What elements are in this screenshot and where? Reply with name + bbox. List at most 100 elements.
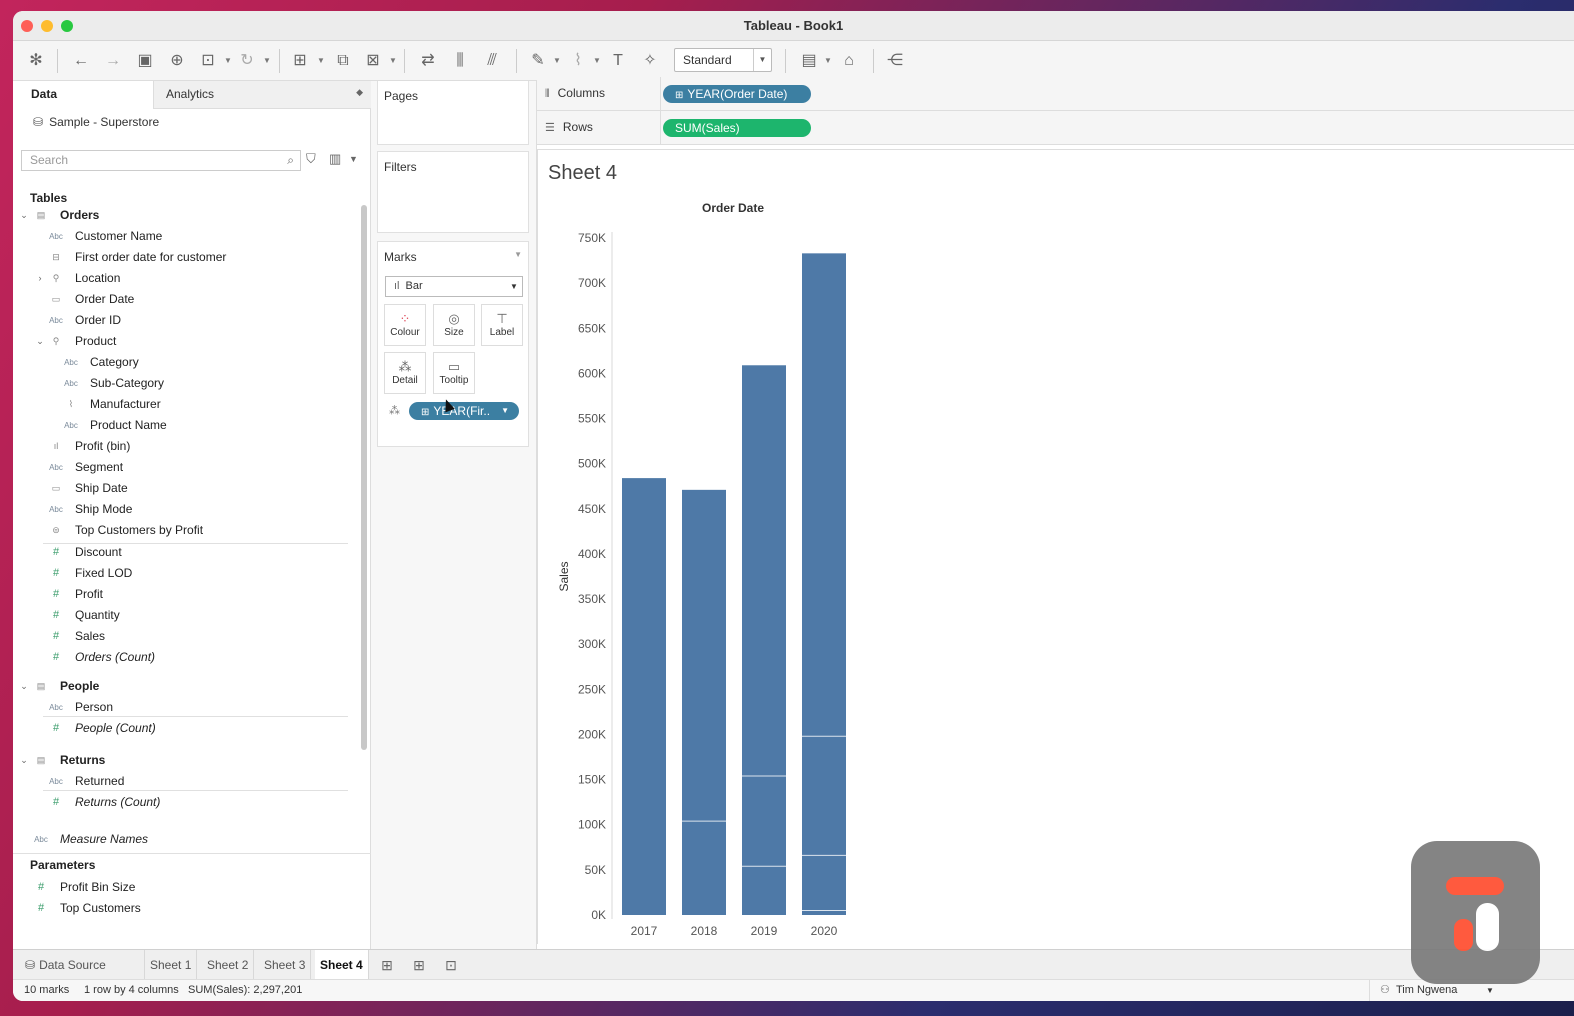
table-returns[interactable]: ⌄ ▤ Returns — [13, 750, 353, 771]
measure-names-field[interactable]: Abc Measure Names — [13, 829, 353, 850]
field-item[interactable]: Abc Order ID — [13, 310, 353, 331]
toolbar: ✻ ← → ▣ ⊕ ⊡ ▼ ↻ ▼ ⊞ ▼ ⧉ ⊠ ▼ ⇄ ⫼ ⫻ ✎ ▼ ⌇ … — [13, 41, 1574, 81]
swap-rows-columns-icon[interactable]: ⇄ — [416, 49, 440, 73]
duplicate-sheet-icon[interactable]: ⧉ — [331, 49, 355, 73]
minimize-window-button[interactable] — [41, 20, 53, 32]
size-button[interactable]: ◎ Size — [433, 304, 475, 346]
label-button[interactable]: ⊤ Label — [481, 304, 523, 346]
close-window-button[interactable] — [21, 20, 33, 32]
field-item[interactable]: # Returns (Count) — [13, 792, 353, 813]
field-item[interactable]: Abc Customer Name — [13, 226, 353, 247]
tab-sheet-3[interactable]: Sheet 3 — [259, 950, 312, 980]
new-worksheet-icon[interactable]: ⊞ — [378, 956, 396, 974]
field-item[interactable]: ıl Profit (bin) — [13, 436, 353, 457]
rows-columns-count: 1 row by 4 columns — [84, 984, 179, 996]
presentation-mode-icon[interactable]: ⌂ — [837, 49, 861, 73]
pause-updates-icon[interactable]: ⊡ — [196, 49, 220, 73]
new-worksheet-icon[interactable]: ⊞ — [288, 49, 312, 73]
detail-pill[interactable]: ⊞ YEAR(Fir.. ▼ — [409, 402, 519, 420]
field-item[interactable]: Abc Person — [13, 697, 353, 718]
field-item[interactable]: # Orders (Count) — [13, 647, 353, 668]
field-item[interactable]: Abc Returned — [13, 771, 353, 792]
field-item[interactable]: ⊜ Top Customers by Profit — [13, 520, 353, 541]
rows-pill[interactable]: SUM(Sales) — [663, 119, 811, 137]
chevron-icon[interactable]: ⌄ — [35, 331, 45, 352]
save-icon[interactable]: ▣ — [133, 49, 157, 73]
field-item[interactable]: Abc Product Name — [13, 415, 353, 436]
field-item[interactable]: ▭ Ship Date — [13, 478, 353, 499]
table-orders[interactable]: ⌄ ▤ Orders — [13, 205, 353, 226]
field-item[interactable]: › ⚲ Location — [13, 268, 353, 289]
chevron-down-icon: ▼ — [510, 282, 518, 291]
table-people[interactable]: ⌄ ▤ People — [13, 676, 353, 697]
field-item[interactable]: Abc Ship Mode — [13, 499, 353, 520]
rows-icon: ☰ — [545, 122, 555, 134]
group-members-icon[interactable]: ⌇ — [566, 49, 590, 73]
number-field-icon: # — [52, 630, 60, 642]
view-toggle-icon[interactable]: ▥ — [329, 151, 341, 167]
zoom-window-button[interactable] — [61, 20, 73, 32]
tab-sheet-1[interactable]: Sheet 1 — [145, 950, 198, 980]
field-item[interactable]: ⊟ First order date for customer — [13, 247, 353, 268]
field-item[interactable]: ▭ Order Date — [13, 289, 353, 310]
field-item[interactable]: Abc Sub-Category — [13, 373, 353, 394]
tab-data[interactable]: Data — [13, 81, 153, 109]
new-datasource-icon[interactable]: ⊕ — [165, 49, 189, 73]
detail-button[interactable]: ⁂ Detail — [384, 352, 426, 394]
datasource-item[interactable]: ⛁ Sample - Superstore — [33, 115, 159, 129]
sort-descending-icon[interactable]: ⫻ — [480, 49, 504, 73]
share-icon[interactable]: ⋲ — [883, 49, 907, 73]
undo-icon[interactable]: ← — [69, 49, 93, 73]
redo-icon[interactable]: → — [101, 49, 125, 73]
field-item[interactable]: Abc Category — [13, 352, 353, 373]
sort-ascending-icon[interactable]: ⫼ — [448, 49, 472, 73]
field-item[interactable]: # Quantity — [13, 605, 353, 626]
tab-sheet-4[interactable]: Sheet 4 — [315, 950, 369, 980]
field-item[interactable]: # Profit — [13, 584, 353, 605]
parameter-item[interactable]: # Profit Bin Size — [13, 877, 353, 898]
refresh-icon[interactable]: ↻ — [235, 49, 259, 73]
label-icon: ⊤ — [496, 311, 508, 326]
columns-shelf[interactable]: ⫴ Columns ⊞ YEAR(Order Date) — [537, 77, 1574, 111]
field-item[interactable]: # People (Count) — [13, 718, 353, 739]
new-story-icon[interactable]: ⊡ — [442, 956, 460, 974]
rows-shelf[interactable]: ☰ Rows SUM(Sales) — [537, 111, 1574, 145]
plus-box-icon: ⊞ — [421, 407, 430, 418]
sum-sales: SUM(Sales): 2,297,201 — [188, 984, 303, 996]
field-item[interactable]: # Discount — [13, 542, 353, 563]
tooltip-button[interactable]: ▭ Tooltip — [433, 352, 475, 394]
view-size-select[interactable]: Standard ▼ — [674, 48, 772, 72]
pages-card[interactable]: Pages — [377, 81, 529, 145]
number-field-icon: # — [52, 651, 60, 663]
tab-sheet-2[interactable]: Sheet 2 — [202, 950, 255, 980]
chevron-icon[interactable]: › — [35, 268, 45, 289]
tab-data-source[interactable]: ⛁ Data Source — [17, 950, 145, 980]
pin-axes-icon[interactable]: ✧ — [638, 49, 662, 73]
chevron-down-icon: ⌄ — [20, 681, 28, 691]
colour-button[interactable]: ⁘ Colour — [384, 304, 426, 346]
field-item[interactable]: ⌇ Manufacturer — [13, 394, 353, 415]
y-tick-label: 0K — [591, 908, 606, 922]
chevron-down-icon[interactable]: ▼ — [349, 154, 358, 164]
show-mark-labels-icon[interactable]: T — [606, 49, 630, 73]
search-input[interactable]: Search ⌕ — [21, 150, 301, 171]
scrollbar[interactable] — [361, 205, 367, 750]
highlight-icon[interactable]: ✎ — [526, 49, 550, 73]
field-item[interactable]: # Sales — [13, 626, 353, 647]
tableau-logo-icon[interactable]: ✻ — [24, 49, 48, 73]
clear-sheet-icon[interactable]: ⊠ — [361, 49, 385, 73]
new-dashboard-icon[interactable]: ⊞ — [410, 956, 428, 974]
columns-pill[interactable]: ⊞ YEAR(Order Date) — [663, 85, 811, 103]
filter-icon[interactable]: ⛉ — [306, 151, 316, 167]
parameter-item[interactable]: # Top Customers — [13, 898, 353, 919]
show-cards-icon[interactable]: ▤ — [797, 49, 821, 73]
filters-card[interactable]: Filters — [377, 151, 529, 233]
chevron-down-icon[interactable]: ▼ — [514, 250, 522, 259]
field-item[interactable]: Abc Segment — [13, 457, 353, 478]
mark-type-select[interactable]: ıl Bar ▼ — [385, 276, 523, 297]
y-tick-label: 300K — [578, 637, 606, 651]
user-icon: ⚇ — [1380, 984, 1390, 996]
field-item[interactable]: # Fixed LOD — [13, 563, 353, 584]
tab-analytics[interactable]: Analytics ◆ — [153, 81, 371, 109]
field-item[interactable]: ⌄ ⚲ Product — [13, 331, 353, 352]
